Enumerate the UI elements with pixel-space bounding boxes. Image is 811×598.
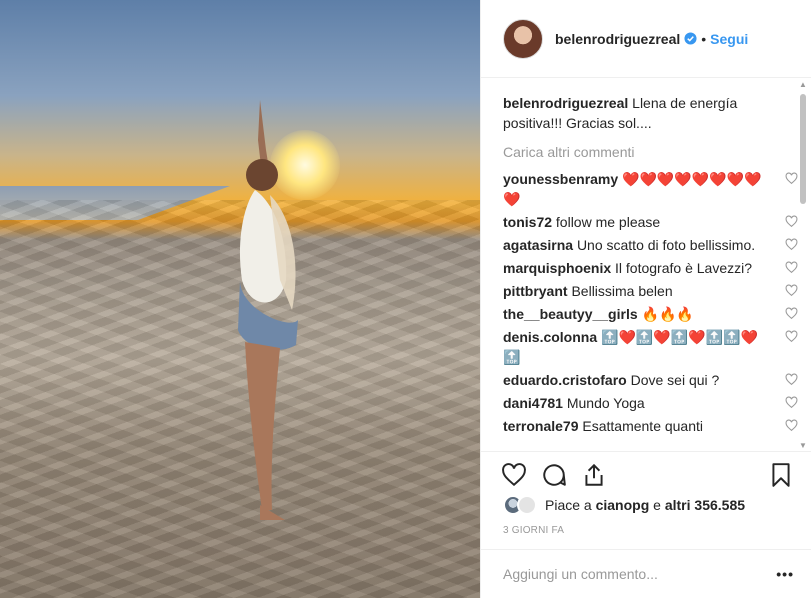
post-timestamp[interactable]: 3 GIORNI FA (503, 525, 564, 536)
comment-username[interactable]: dani4781 (503, 395, 563, 411)
like-comment-heart-icon[interactable] (785, 419, 798, 432)
add-comment-input[interactable] (503, 566, 753, 582)
comment-text: Uno scatto di foto bellissimo. (576, 237, 756, 253)
comment-text: Dove sei qui ? (630, 372, 720, 388)
comment-username[interactable]: agatasirna (503, 237, 573, 253)
comment-username[interactable]: the__beautyy__girls (503, 306, 638, 322)
comment-item: terronale79 Esattamente quanti (503, 416, 798, 436)
liker-username[interactable]: cianopg (596, 497, 650, 513)
avatar[interactable] (503, 18, 543, 59)
comments-scrollbar[interactable]: ▲ ▼ (798, 80, 808, 450)
like-heart-icon[interactable] (501, 462, 527, 488)
author-username[interactable]: belenrodriguezreal (555, 31, 680, 47)
liker-avatar[interactable] (517, 495, 537, 515)
comment-item: pittbryant Bellissima belen (503, 281, 798, 301)
like-comment-heart-icon[interactable] (785, 396, 798, 409)
comment-text: Esattamente quanti (582, 418, 704, 434)
comment-username[interactable]: terronale79 (503, 418, 578, 434)
caption-username[interactable]: belenrodriguezreal (503, 95, 628, 111)
scroll-up-arrow-icon[interactable]: ▲ (799, 80, 807, 89)
like-comment-heart-icon[interactable] (785, 238, 798, 251)
likes-count[interactable]: altri 356.585 (665, 497, 745, 513)
comment-username[interactable]: eduardo.cristofaro (503, 372, 627, 388)
add-comment-bar: ••• (481, 549, 811, 598)
comment-username[interactable]: tonis72 (503, 214, 552, 230)
comment-item: the__beautyy__girls 🔥🔥🔥 (503, 304, 798, 324)
likes-summary: Piace a cianopg e altri 356.585 (503, 494, 745, 516)
likes-middle: e (649, 497, 665, 513)
share-icon[interactable] (581, 462, 607, 488)
post-caption: belenrodriguezreal Llena de energía posi… (503, 93, 772, 133)
comment-text: Bellissima belen (571, 283, 673, 299)
comment-text: 🔥🔥🔥 (641, 306, 694, 322)
comment-username[interactable]: denis.colonna (503, 329, 597, 345)
save-bookmark-icon[interactable] (768, 462, 794, 488)
comment-item: younessbenramy ❤️❤️❤️❤️❤️❤️❤️❤️❤️ (503, 169, 798, 209)
like-comment-heart-icon[interactable] (785, 307, 798, 320)
comment-item: tonis72 follow me please (503, 212, 798, 232)
comments-list[interactable]: belenrodriguezreal Llena de energía posi… (481, 79, 811, 451)
like-comment-heart-icon[interactable] (785, 172, 798, 185)
likes-prefix: Piace a (545, 497, 596, 513)
scrollbar-thumb[interactable] (800, 94, 806, 204)
like-comment-heart-icon[interactable] (785, 215, 798, 228)
comment-item: eduardo.cristofaro Dove sei qui ? (503, 370, 798, 390)
comment-item: dani4781 Mundo Yoga (503, 393, 798, 413)
comment-username[interactable]: pittbryant (503, 283, 568, 299)
like-comment-heart-icon[interactable] (785, 284, 798, 297)
comment-text: Il fotografo è Lavezzi? (615, 260, 753, 276)
comment-username[interactable]: marquisphoenix (503, 260, 611, 276)
comment-text: Mundo Yoga (566, 395, 645, 411)
action-bar (481, 451, 811, 491)
likes-text: Piace a cianopg e altri 356.585 (545, 497, 745, 513)
more-options-icon[interactable]: ••• (776, 566, 794, 582)
scroll-down-arrow-icon[interactable]: ▼ (799, 441, 807, 450)
comment-item: agatasirna Uno scatto di foto bellissimo… (503, 235, 798, 255)
post-photo[interactable] (0, 0, 480, 598)
woman-figure (238, 100, 298, 520)
comment-bubble-icon[interactable] (541, 462, 567, 488)
follow-button[interactable]: Segui (710, 31, 748, 47)
like-comment-heart-icon[interactable] (785, 330, 798, 343)
post-details-panel: belenrodriguezreal • Segui belenrodrigue… (480, 0, 811, 598)
like-comment-heart-icon[interactable] (785, 373, 798, 386)
post-header: belenrodriguezreal • Segui (481, 0, 811, 78)
comment-item: denis.colonna 🔝❤️🔝❤️🔝❤️🔝🔝❤️🔝 (503, 327, 798, 367)
like-comment-heart-icon[interactable] (785, 261, 798, 274)
separator-dot: • (701, 30, 707, 47)
comment-username[interactable]: younessbenramy (503, 171, 618, 187)
verified-badge-icon (684, 32, 697, 45)
comment-item: marquisphoenix Il fotografo è Lavezzi? (503, 258, 798, 278)
load-more-comments-button[interactable]: Carica altri commenti (503, 142, 772, 162)
comment-text: follow me please (555, 214, 661, 230)
